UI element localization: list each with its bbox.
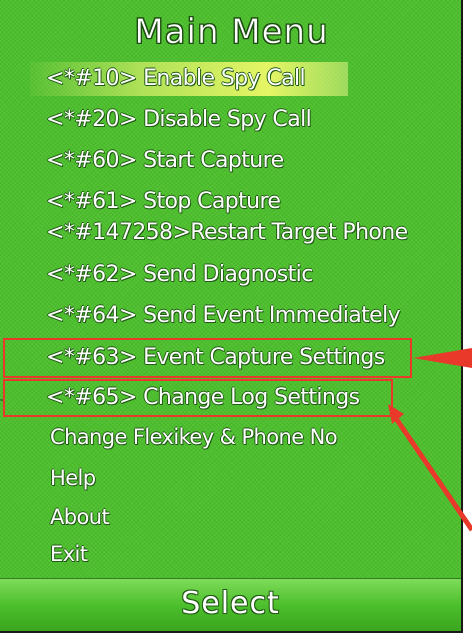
menu-item-help[interactable]: Help [50,461,96,495]
select-softkey[interactable]: Select [0,580,461,628]
menu-item-send-diagnostic[interactable]: <*#62> Send Diagnostic [46,258,313,292]
menu-item-disable-spy-call[interactable]: <*#20> Disable Spy Call [46,103,312,137]
menu-item-change-flexikey-phone[interactable]: Change Flexikey & Phone No [50,420,338,454]
menu-item-stop-capture[interactable]: <*#61> Stop Capture [46,185,281,219]
menu-item-restart-target-phone[interactable]: <*#147258>Restart Target Phone [46,216,408,250]
callout-box-change-log-settings [3,379,393,417]
callout-box-event-capture-settings [3,338,412,378]
menu-item-exit[interactable]: Exit [50,537,88,571]
menu-item-about[interactable]: About [50,500,110,534]
menu-title: Main Menu [134,12,329,53]
menu-item-start-capture[interactable]: <*#60> Start Capture [46,144,284,178]
phone-screen: Main Menu <*#10> Enable Spy Call <*#20> … [0,0,463,633]
menu-item-enable-spy-call[interactable]: <*#10> Enable Spy Call [46,62,306,96]
menu-item-send-event-immediately[interactable]: <*#64> Send Event Immediately [46,299,401,333]
